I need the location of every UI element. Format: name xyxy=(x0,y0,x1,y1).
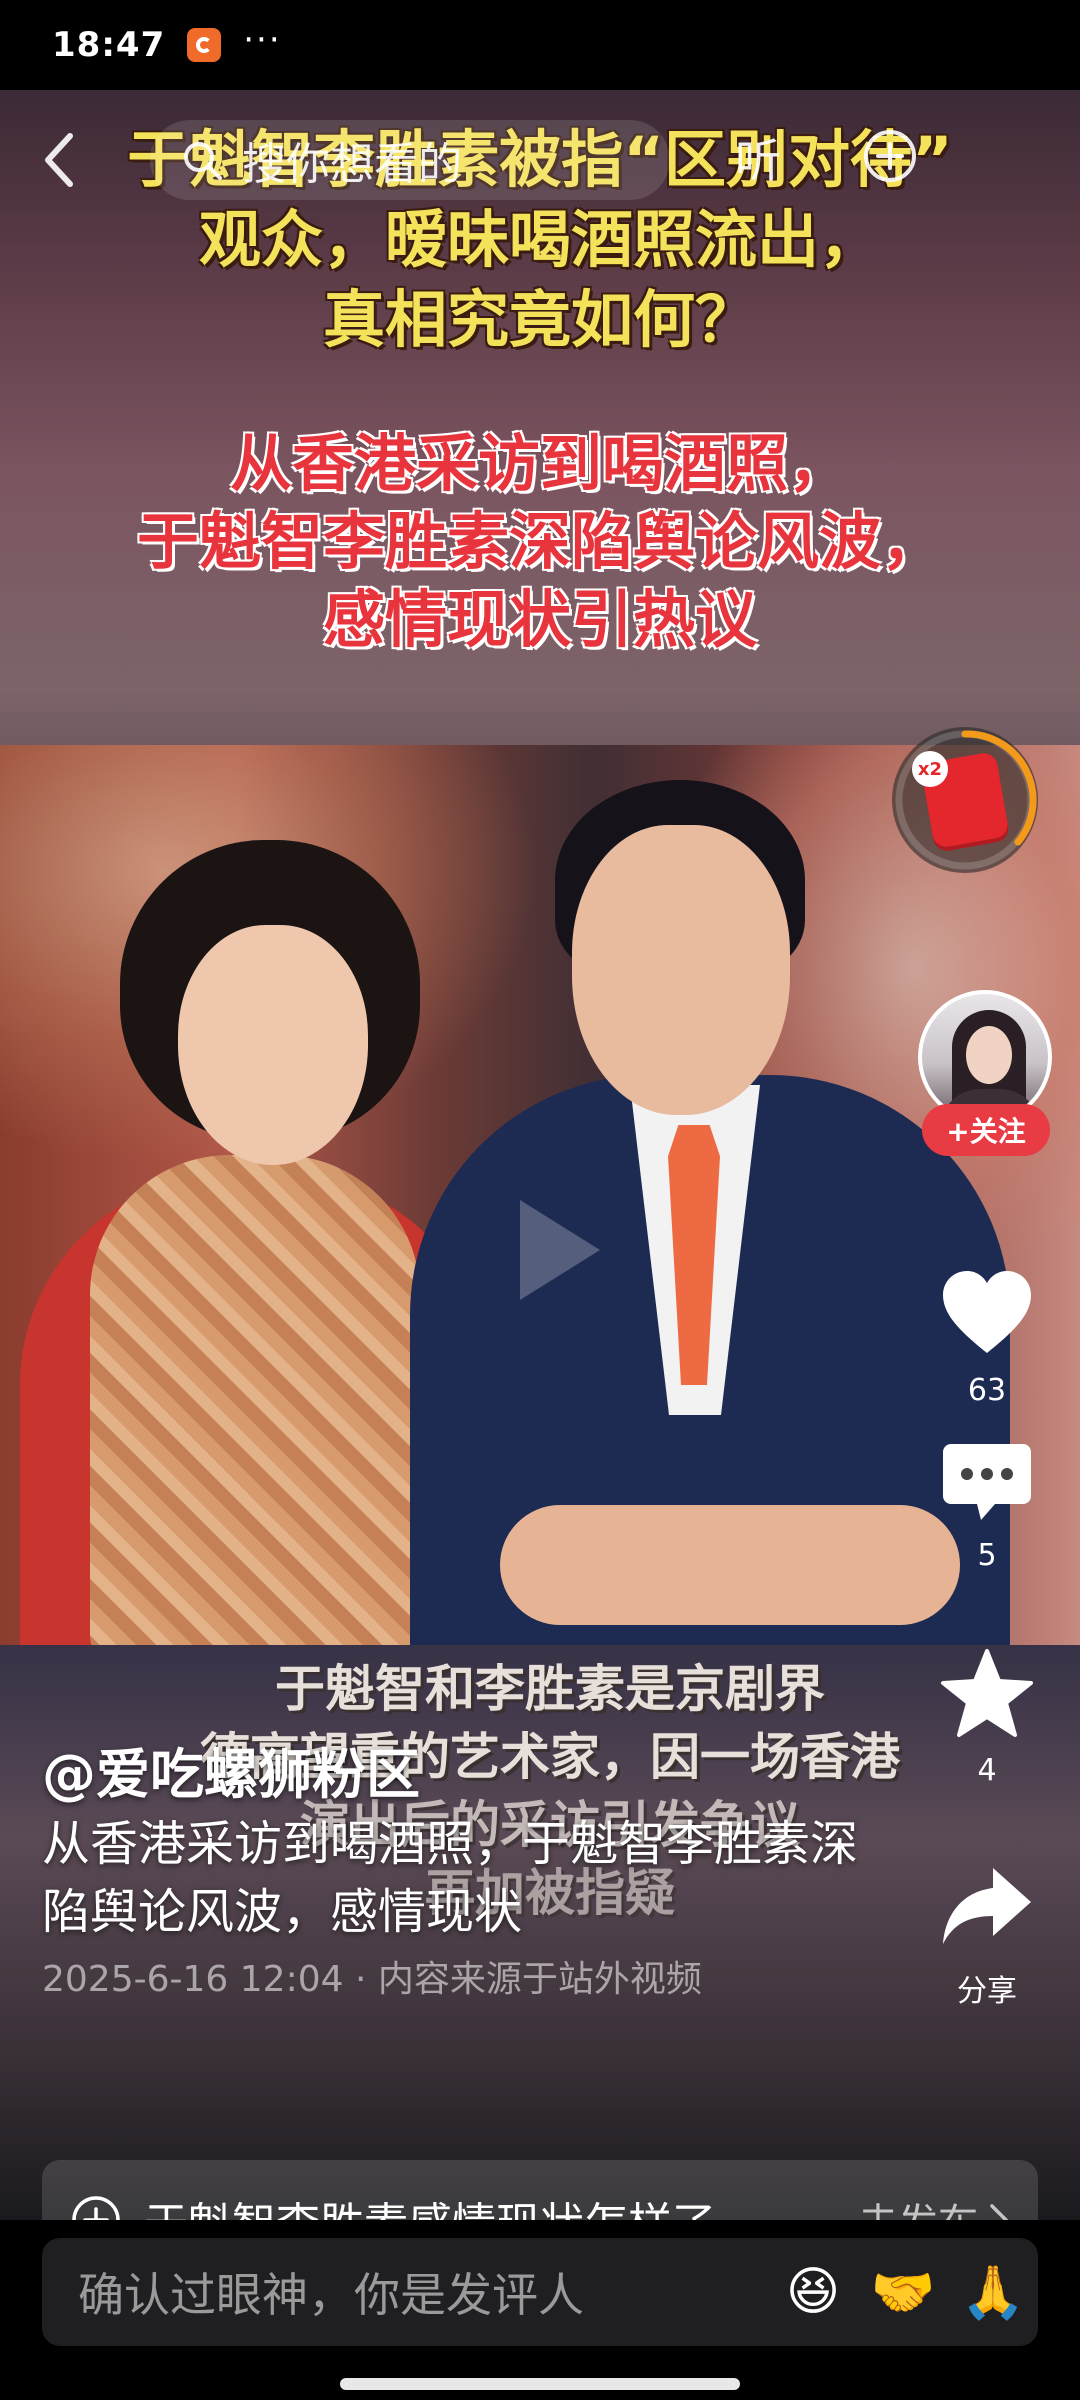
video-headline-red: 从香港采访到喝酒照， 于魁智李胜素深陷舆论风波， 感情现状引热议 xyxy=(0,425,1080,659)
handshake-emoji-button[interactable]: 🤝 xyxy=(858,2262,948,2323)
video-photo xyxy=(0,745,1080,1645)
favorite-button[interactable]: 4 xyxy=(925,1645,1049,1788)
headline-line: 从香港采访到喝酒照， xyxy=(229,427,850,500)
comment-button[interactable]: 5 xyxy=(925,1430,1049,1573)
comment-icon xyxy=(943,1444,1031,1520)
headline-line: 真相究竟如何？ xyxy=(322,283,757,356)
pray-emoji-button[interactable]: 🙏 xyxy=(948,2262,1038,2323)
headline-line: 于魁智李胜素深陷舆论风波， xyxy=(136,505,943,578)
publish-label: 去发布 xyxy=(858,2191,978,2220)
favorite-count: 4 xyxy=(977,1753,997,1788)
topic-text: 于魁智李胜素感情现状怎样了 xyxy=(144,2188,858,2220)
comment-count: 5 xyxy=(977,1538,997,1573)
woman-scarf xyxy=(90,1155,420,1645)
man-face xyxy=(572,825,790,1115)
redpacket-multiplier-badge: x2 xyxy=(912,751,948,787)
share-button[interactable]: 分享 xyxy=(925,1858,1049,2010)
video-subtitle: 于魁智和李胜素是京剧界 xyxy=(275,1660,825,1718)
listen-button[interactable]: 听 xyxy=(735,125,781,191)
like-count: 63 xyxy=(967,1373,1007,1408)
headline-line: 感情现状引热议 xyxy=(322,583,757,656)
home-indicator[interactable] xyxy=(340,2378,740,2390)
post-caption: 从香港采访到喝酒照，于魁智李胜素深陷舆论风波，感情现状 xyxy=(42,1816,859,1940)
back-icon[interactable] xyxy=(40,130,80,190)
follow-button[interactable]: +关注 xyxy=(922,1104,1050,1156)
more-notifications-icon: ··· xyxy=(243,20,282,60)
video-player[interactable]: 于魁智李胜素被指“区别对待” 观众，暧昧喝酒照流出， 真相究竟如何？ 从香港采访… xyxy=(0,90,1080,2220)
chevron-right-icon xyxy=(990,2204,1008,2220)
search-placeholder: 搜你想看的 xyxy=(242,139,462,190)
status-bar: 18:47 ··· xyxy=(0,0,1080,90)
laugh-emoji-button[interactable]: 😆 xyxy=(768,2262,858,2322)
publish-link[interactable]: 去发布 xyxy=(858,2191,1010,2220)
post-meta: 2025-6-16 12:04 · 内容来源于站外视频 xyxy=(42,1959,702,2000)
app-notification-icon xyxy=(187,28,222,62)
woman-face xyxy=(178,925,368,1165)
comment-input[interactable]: 确认过眼神，你是发评人 😆 🤝 🙏 xyxy=(42,2238,1038,2346)
man-hands xyxy=(500,1505,960,1625)
status-time: 18:47 xyxy=(52,25,166,65)
add-circle-icon[interactable] xyxy=(862,128,918,184)
search-bar[interactable]: 搜你想看的 xyxy=(150,120,670,200)
heart-icon xyxy=(943,1271,1031,1353)
add-circle-icon xyxy=(72,2196,120,2220)
topic-prompt-bar[interactable]: 于魁智李胜素感情现状怎样了 去发布 xyxy=(42,2160,1038,2220)
comment-placeholder: 确认过眼神，你是发评人 xyxy=(78,2268,584,2322)
avatar-face xyxy=(966,1026,1012,1084)
star-icon xyxy=(941,1649,1033,1737)
author-name[interactable]: @爱吃螺狮粉区 xyxy=(42,1730,420,1809)
share-label: 分享 xyxy=(957,1974,1017,2009)
play-icon[interactable] xyxy=(520,1200,600,1300)
comment-bar: 确认过眼神，你是发评人 😆 🤝 🙏 xyxy=(0,2220,1080,2400)
search-icon xyxy=(184,142,222,180)
redpacket-reward-button[interactable]: x2 xyxy=(892,727,1038,873)
like-button[interactable]: 63 xyxy=(925,1265,1049,1408)
headline-line: 观众，暧昧喝酒照流出， xyxy=(198,203,881,276)
share-arrow-icon xyxy=(943,1868,1031,1944)
